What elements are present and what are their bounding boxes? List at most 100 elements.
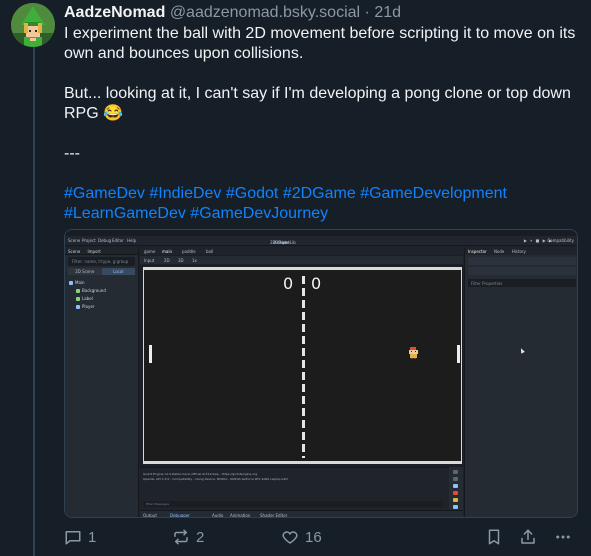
scene-filter-field: Filter: name, t:type, g:group: [68, 257, 135, 266]
scene-tab: ball: [206, 249, 214, 254]
bottom-tab: Shader Editor: [260, 513, 288, 518]
more-options-button[interactable]: [554, 528, 572, 546]
sprite-icon: [76, 289, 80, 293]
score-left: 0: [283, 274, 294, 293]
avatar[interactable]: [11, 3, 55, 47]
tab-import: Import: [87, 249, 101, 254]
scene-tab: game: [144, 249, 156, 254]
clear-icon: [453, 470, 458, 474]
menu-help: Help: [127, 238, 137, 243]
error-icon: [453, 491, 458, 495]
author-display-name[interactable]: AadzeNomad: [64, 4, 165, 21]
reply-button[interactable]: 1: [64, 528, 96, 546]
hashtag-link[interactable]: #2DGame: [283, 185, 356, 202]
menu-project: Project: [82, 238, 96, 243]
inspector-tabs: Inspector Node History: [465, 247, 577, 255]
game-viewport: 0 0: [143, 267, 462, 464]
inspector-filter-field: Filter Properties: [468, 279, 576, 287]
game-toolbar: Input 2D 3D 1x: [140, 256, 463, 264]
right-paddle: [457, 345, 460, 363]
tab-node: Node: [493, 249, 505, 254]
hashtag-link[interactable]: #Godot: [226, 185, 278, 202]
scene-dock: Scene Import Filter: name, t:type, g:gro…: [65, 247, 139, 517]
post-paragraph: I experiment the ball with 2D movement b…: [64, 25, 576, 62]
warning-icon: [453, 498, 458, 502]
like-count: 16: [305, 528, 322, 546]
repost-count: 2: [196, 528, 205, 546]
tab-history: History: [511, 249, 526, 254]
scene-tab: paddle: [182, 249, 196, 254]
toolbar-item: 3D: [178, 258, 184, 263]
toggle-2d-scene: 2D Scene: [68, 268, 102, 275]
editor-mode-switcher: 2D 3D Script Game AssetLib: [270, 238, 296, 245]
inspector-toolbar: [468, 257, 576, 265]
copy-icon: [453, 477, 458, 481]
mode-assetlib: AssetLib: [278, 240, 296, 245]
hashtag-link[interactable]: #GameDev: [64, 185, 145, 202]
hashtag-link[interactable]: #GameDevelopment: [360, 185, 507, 202]
reply-icon: [65, 531, 81, 545]
tree-node: Player: [69, 302, 134, 310]
embedded-screenshot[interactable]: Scene Project Debug Editor Help 2D 3D Sc…: [64, 229, 578, 518]
mouse-cursor-icon: [519, 347, 525, 354]
inspector-path: [468, 267, 576, 275]
bookmark-button[interactable]: [485, 528, 503, 546]
output-side-buttons: [449, 467, 463, 510]
info-icon: [453, 484, 458, 488]
bottom-tab: Output: [143, 513, 157, 518]
renderer-label: Compatibility: [547, 238, 574, 243]
author-handle[interactable]: @aadzenomad.bsky.social: [170, 4, 360, 21]
bookmark-icon: [488, 529, 500, 545]
post-paragraph: But... looking at it, I can't say if I'm…: [64, 85, 571, 122]
tab-inspector: Inspector: [468, 249, 487, 254]
post-body: I experiment the ball with 2D movement b…: [64, 24, 584, 224]
bottom-tab: Animation: [230, 513, 251, 518]
bottom-tab: Debugger: [170, 513, 190, 518]
menu-debug: Debug: [98, 238, 112, 243]
hashtag-link[interactable]: #IndieDev: [149, 185, 221, 202]
separator-dot: ·: [364, 4, 370, 21]
thread-line: [33, 46, 35, 556]
repost-icon: [174, 529, 188, 545]
tree-node: Background: [69, 286, 134, 294]
share-button[interactable]: [519, 528, 537, 546]
menu-scene: Scene: [68, 238, 81, 243]
output-line: Godot Engine v4.4.stable.mono.official.4…: [143, 472, 258, 476]
toolbar-item: Input: [144, 258, 155, 263]
more-icon: [556, 535, 570, 539]
toolbar-item: 1x: [192, 258, 197, 263]
hashtag-link[interactable]: #GameDevJourney: [190, 205, 328, 222]
tree-node-root: Main: [69, 278, 134, 286]
inspector-dock: Inspector Node History Filter Properties: [464, 247, 577, 517]
score-right: 0: [311, 274, 322, 293]
scene-dock-tabs: Scene Import: [65, 247, 138, 255]
editor-menubar: Scene Project Debug Editor Help 2D 3D Sc…: [65, 236, 577, 246]
post-header: AadzeNomad @aadzenomad.bsky.social · 21d: [64, 4, 401, 22]
body-icon: [76, 305, 80, 309]
label-icon: [76, 297, 80, 301]
post-separator-text: ---: [64, 145, 80, 162]
viewport-area: game main paddle ball Input 2D 3D 1x 0 0: [140, 247, 463, 518]
like-button[interactable]: 16: [281, 528, 322, 546]
share-icon: [521, 529, 535, 544]
scene-toggle: 2D Scene Local: [68, 268, 135, 275]
center-net: [302, 276, 305, 458]
toggle-local: Local: [101, 268, 135, 275]
repost-button[interactable]: 2: [172, 528, 204, 546]
left-paddle: [149, 345, 152, 363]
avatar-image: [11, 3, 55, 47]
post-actions: 1 2 16: [64, 528, 584, 550]
post-age[interactable]: 21d: [374, 4, 401, 21]
menu-editor: Editor: [112, 238, 124, 243]
bottom-tab: Audio: [212, 513, 224, 518]
scene-tree: Main Background Label Player: [69, 278, 134, 310]
scene-tab: main: [162, 249, 172, 254]
bottom-panel-tabs: Output Debugger Audio Animation Shader E…: [140, 510, 463, 518]
tab-scene: Scene: [68, 249, 81, 254]
tree-node: Label: [69, 294, 134, 302]
hashtag-link[interactable]: #LearnGameDev: [64, 205, 186, 222]
output-panel: Godot Engine v4.4.stable.mono.official.4…: [140, 467, 450, 510]
hashtag-list: #GameDev #IndieDev #Godot #2DGame #GameD…: [64, 184, 584, 224]
message-icon: [453, 505, 458, 509]
ball-sprite-icon: [409, 347, 418, 359]
